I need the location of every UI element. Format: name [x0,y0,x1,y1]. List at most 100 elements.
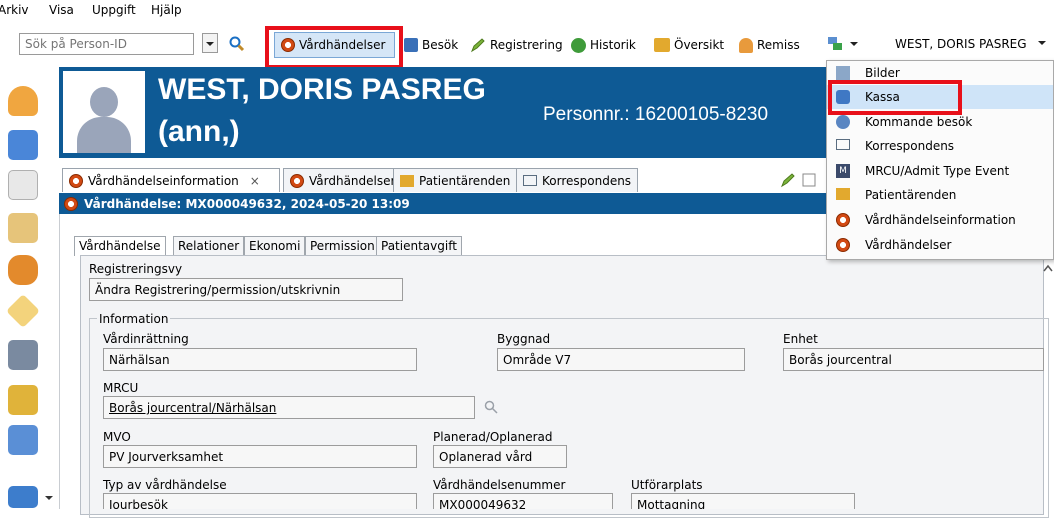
envelope-icon [523,175,537,186]
menu-item-vardhandelseinformation[interactable]: Vårdhändelseinformation [827,208,1053,232]
enhet-field[interactable]: Borås jourcentral [783,348,1044,371]
menu-visa[interactable]: Visa [49,3,74,17]
close-icon[interactable]: × [250,174,260,188]
tab-label: Korrespondens [542,173,632,188]
mrcu-icon: M [836,164,850,178]
menu-item-label: Vårdhändelseinformation [865,213,1016,227]
typ-field[interactable]: Jourbesök [103,493,417,509]
search-icon[interactable] [484,400,498,414]
patient-name: WEST, DORIS PASREG [158,73,486,106]
subtab-patientavgift[interactable]: Patientavgift [376,236,462,256]
scroll-up-icon[interactable] [1042,262,1054,276]
byggnad-field[interactable]: Område V7 [497,348,745,371]
envelope-icon [836,139,850,150]
historik-label: Historik [590,38,636,52]
typ-label: Typ av vårdhändelse [103,478,227,492]
planerad-field[interactable]: Oplanerad vård [433,445,567,468]
oversikt-button[interactable]: Översikt [654,36,724,54]
menu-item-label: Vårdhändelser [865,238,952,252]
section-title-bar: Vårdhändelse: MX000049632, 2024-05-20 13… [59,193,827,214]
mvo-field[interactable]: PV Jourverksamhet [103,445,417,468]
person-icon [739,37,753,53]
tab-vardhandelser[interactable]: Vårdhändelser [283,168,403,192]
search-dropdown-button[interactable] [202,33,218,53]
tab-patientarenden[interactable]: Patientärenden [393,168,518,192]
besok-label: Besök [422,38,459,52]
oversikt-label: Översikt [674,38,725,52]
folder-icon[interactable] [8,130,38,160]
registreringsvy-field[interactable]: Ändra Registrering/permission/utskrivnin [89,278,403,301]
menu-item-mrcu[interactable]: MRCU/Admit Type Event [827,159,1053,183]
menu-item-korrespondens[interactable]: Korrespondens [827,134,1053,158]
grid-icon[interactable] [8,486,38,508]
subtab-relationer[interactable]: Relationer [173,236,245,256]
mrcu-label: MRCU [103,381,139,395]
mvo-label: MVO [103,430,131,444]
byggnad-label: Byggnad [497,332,551,346]
subtab-permission[interactable]: Permission [305,236,380,256]
historik-button[interactable]: Historik [571,36,636,54]
nummer-field[interactable]: MX000049632 [433,493,613,509]
personnr-label: Personnr.: [543,104,630,125]
avatar [63,71,145,153]
windows-menu-button[interactable] [827,36,859,52]
search-icon[interactable] [229,36,245,52]
utforarplats-label: Utförarplats [631,478,703,492]
image-icon [836,66,850,80]
folder-icon [836,188,850,200]
menu-item-label: Bilder [865,66,900,80]
save-icon[interactable] [802,172,816,188]
mrcu-field[interactable]: Borås jourcentral/Närhälsan [103,396,475,419]
enhet-label: Enhet [783,332,818,346]
registrering-label: Registrering [490,38,563,52]
clock-icon [290,173,304,188]
chevron-down-icon[interactable] [44,494,54,502]
folder-icon [400,174,414,187]
edit-icon[interactable] [780,172,796,188]
registreringsvy-label: Registreringsvy [89,262,183,276]
vardinrattning-label: Vårdinrättning [103,332,189,346]
utforarplats-field[interactable]: Mottagning [631,493,855,509]
tab-korrespondens[interactable]: Korrespondens [516,168,639,192]
menu-hjalp[interactable]: Hjälp [151,3,182,17]
user-menu[interactable]: WEST, DORIS PASREG [895,37,1047,51]
besok-button[interactable]: Besök [404,36,458,54]
subtab-vardhandelse[interactable]: Vårdhändelse [74,236,166,256]
building-icon[interactable] [8,340,38,370]
menu-item-patientarenden[interactable]: Patientärenden [827,183,1053,207]
search-input[interactable] [19,33,194,55]
clipboard-arrow-icon[interactable] [8,385,38,415]
menu-item-label: Korrespondens [865,139,955,153]
menu-item-vardhandelser[interactable]: Vårdhändelser [827,233,1053,257]
tab-vardhandelseinformation[interactable]: Vårdhändelseinformation × [62,168,280,192]
calendar-icon[interactable] [8,425,38,455]
menu-item-label: MRCU/Admit Type Event [865,164,1010,178]
remiss-button[interactable]: Remiss [739,36,800,54]
chevron-down-icon [850,42,858,46]
tab-label: Vårdhändelseinformation [88,173,239,188]
menu-uppgift[interactable]: Uppgift [92,3,136,17]
personnr-value: 16200105-8230 [634,104,769,125]
person-search-icon[interactable] [8,86,38,116]
book-icon [404,38,418,52]
clock-icon [836,213,850,227]
tab-label: Vårdhändelser [309,173,396,188]
vardinrattning-field[interactable]: Närhälsan [103,348,417,371]
menu-item-kommande-besok[interactable]: Kommande besök [827,110,1053,134]
subtab-ekonomi[interactable]: Ekonomi [244,236,306,256]
user-label: WEST, DORIS PASREG [895,37,1027,51]
clipboard-icon[interactable] [8,213,38,243]
menu-item-label: Kommande besök [865,115,973,129]
menu-item-label: Patientärenden [865,188,957,202]
pencil-icon [470,38,485,53]
highlight-box-vardhandelser [265,26,403,69]
users-icon[interactable] [8,255,38,285]
clock-icon [836,238,850,252]
mail-icon[interactable] [6,294,40,328]
menu-arkiv[interactable]: Arkiv [0,3,29,17]
registrering-button[interactable]: Registrering [470,36,563,54]
upcoming-icon [836,115,850,129]
personnr: Personnr.: 16200105-8230 [543,104,768,126]
nummer-label: Vårdhändelsenummer [433,478,566,492]
list-icon[interactable] [8,170,38,200]
